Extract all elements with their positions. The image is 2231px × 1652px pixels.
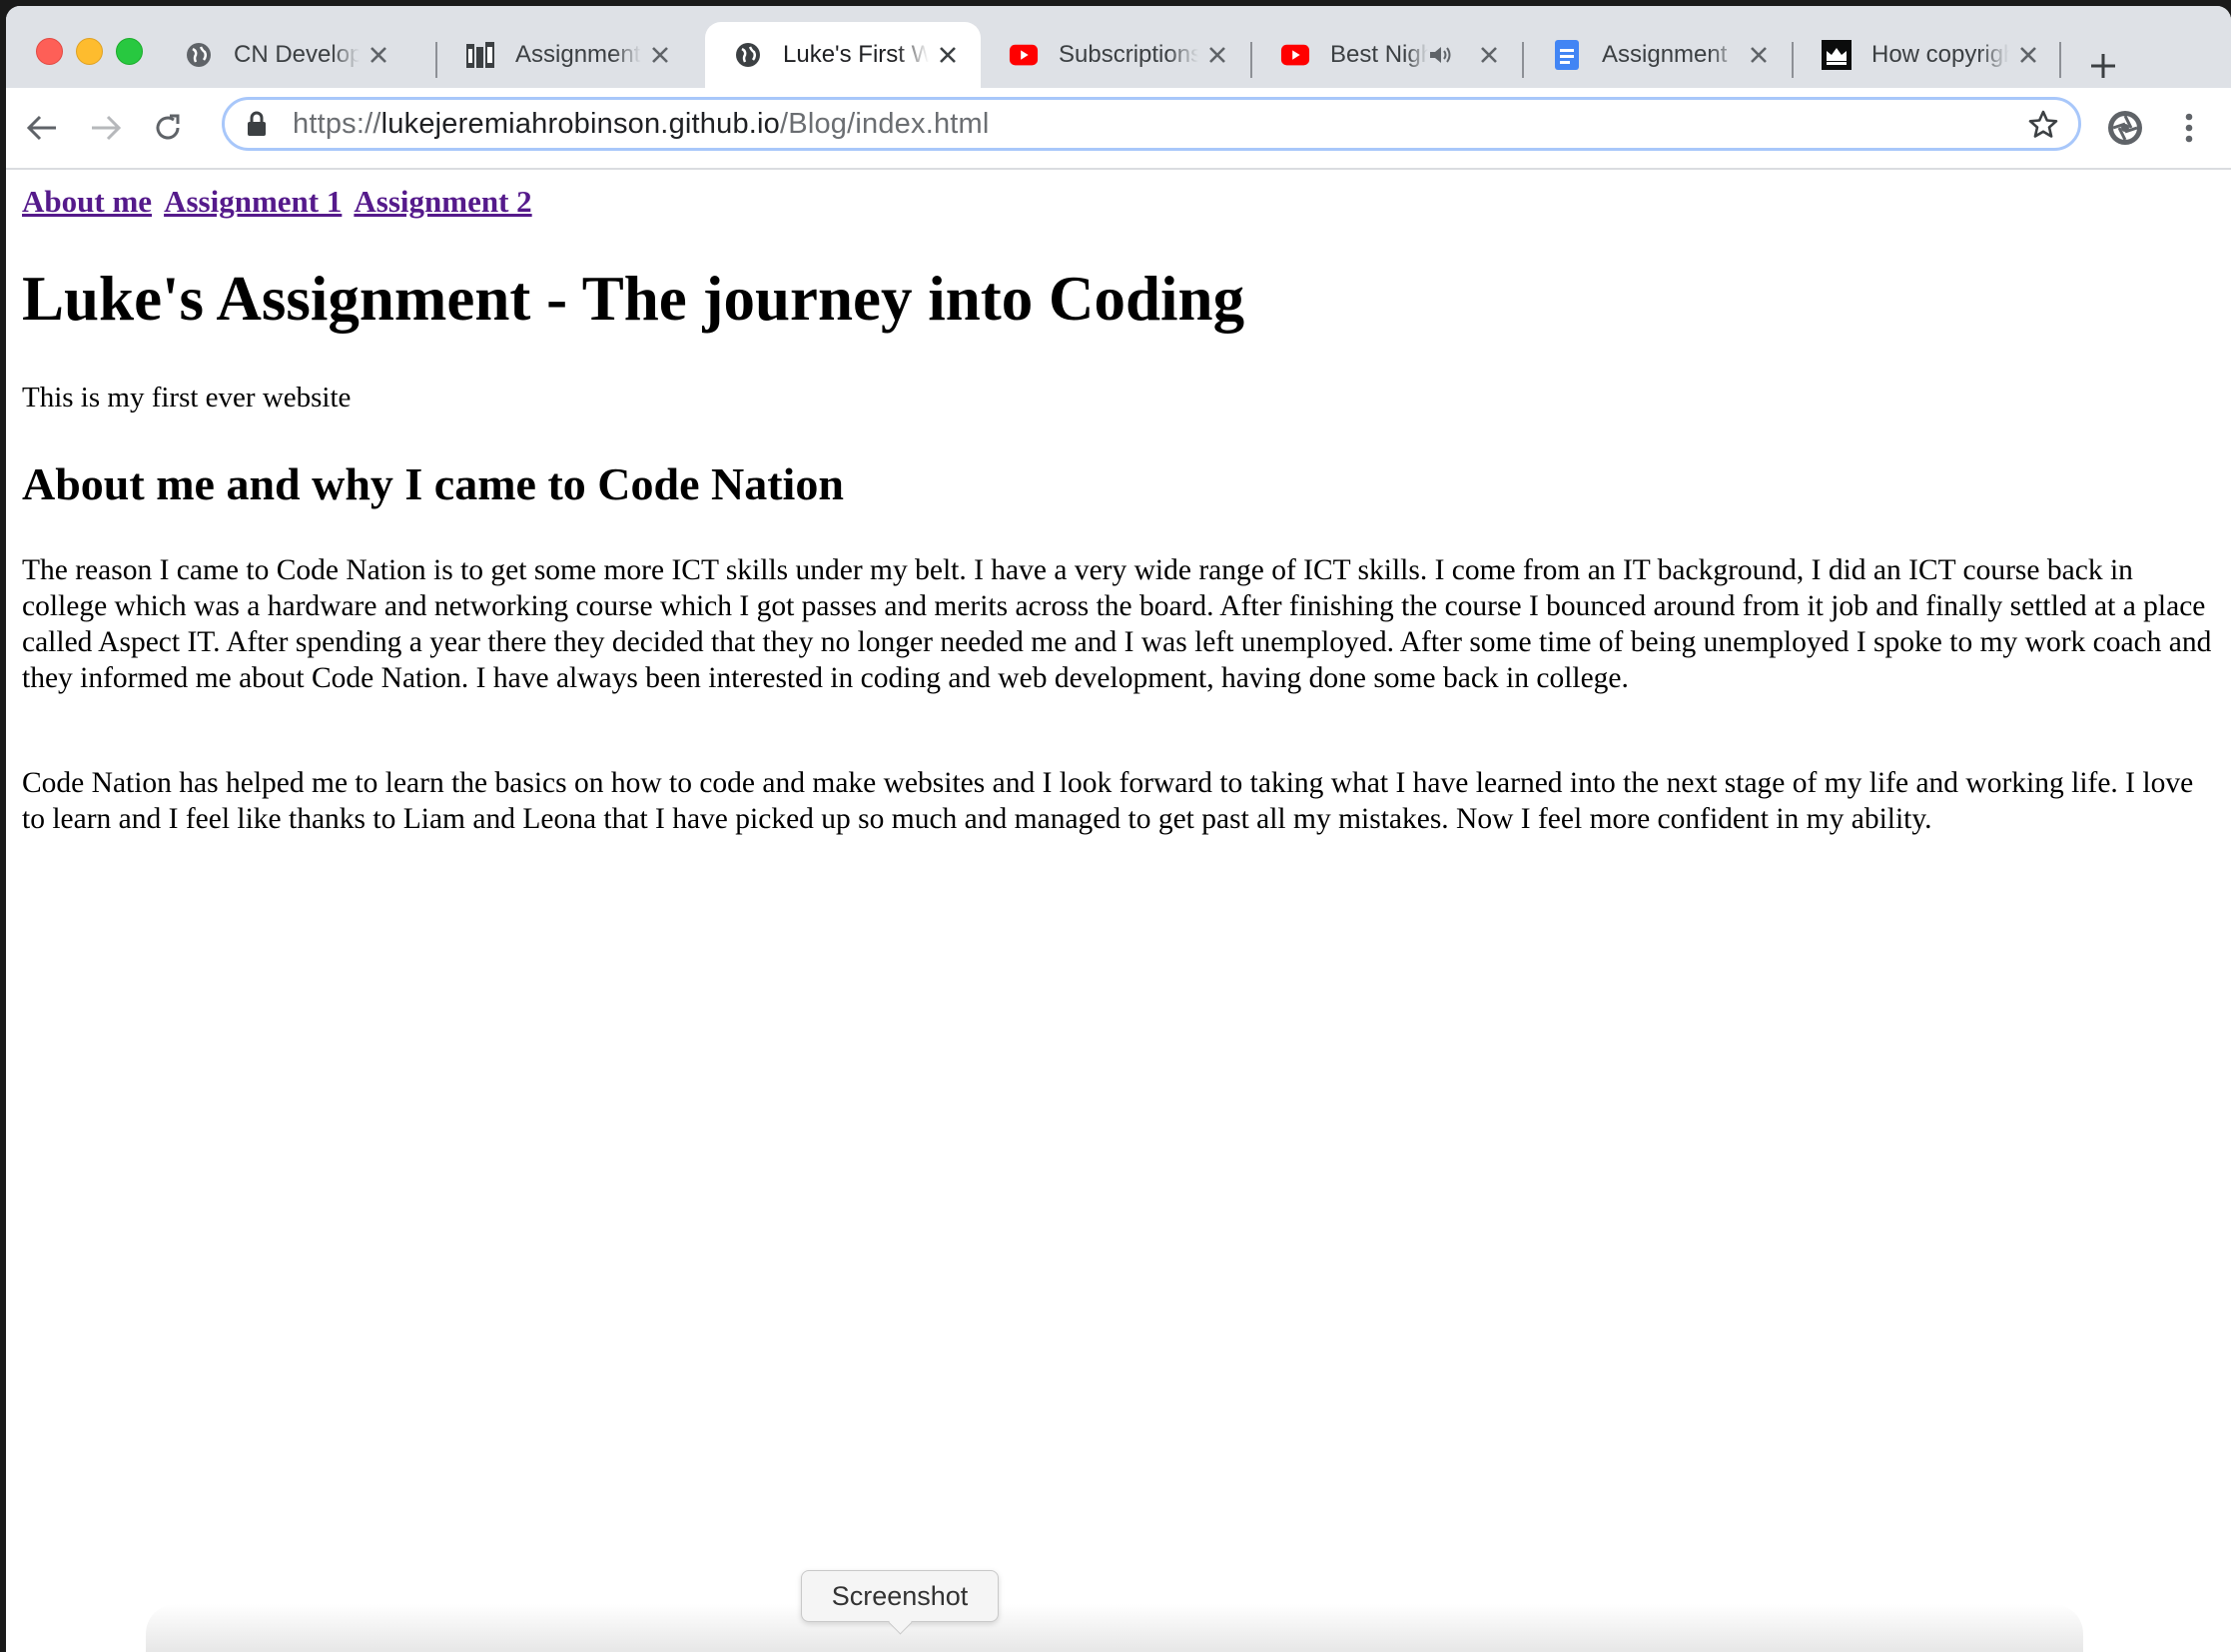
tab-best-night[interactable]: Best Night	[1252, 22, 1522, 88]
section-heading: About me and why I came to Code Nation	[22, 458, 844, 509]
new-tab-button[interactable]	[2079, 42, 2127, 90]
books-icon	[465, 40, 495, 70]
kebab-menu-icon	[2185, 113, 2193, 143]
speaker-icon[interactable]	[1428, 42, 1454, 68]
tab-title: Assignment Week	[515, 41, 641, 68]
url-host: lukejeremiahrobinson.github.io	[380, 107, 781, 140]
youtube-icon	[1009, 40, 1039, 70]
site-nav: About me Assignment 1 Assignment 2	[22, 184, 538, 220]
browser-menu-button[interactable]	[2167, 106, 2211, 150]
tab-cn-developer[interactable]: CN Developer	[156, 22, 411, 88]
nav-link-about-me[interactable]: About me	[22, 184, 152, 219]
maximize-window-button[interactable]	[116, 38, 143, 65]
close-tab-icon[interactable]	[1204, 42, 1230, 68]
tab-strip: CN Developer Assignment Week Luke's Firs…	[6, 6, 2231, 88]
minimize-window-button[interactable]	[76, 38, 103, 65]
tab-title: Luke's First Website	[783, 41, 929, 68]
plus-icon	[2091, 54, 2115, 78]
url-text: https://lukejeremiahrobinson.github.io/B…	[293, 108, 990, 141]
tab-how-copyright[interactable]: How copyright	[1794, 22, 2061, 88]
body-paragraph: The reason I came to Code Nation is to g…	[22, 554, 2212, 694]
globe-icon	[184, 40, 214, 70]
close-tab-icon[interactable]	[935, 42, 961, 68]
close-tab-icon[interactable]	[366, 42, 391, 68]
tab-separator	[2059, 42, 2061, 78]
lock-icon	[247, 110, 271, 138]
nav-link-assignment-1[interactable]: Assignment 1	[164, 184, 342, 219]
tab-subscriptions[interactable]: Subscriptions	[981, 22, 1250, 88]
reload-icon	[156, 114, 180, 140]
camera-aperture-icon	[2108, 111, 2142, 145]
back-button[interactable]	[20, 106, 64, 150]
tab-lukes-first-website[interactable]: Luke's First Website	[705, 22, 981, 88]
bookmark-star-icon[interactable]	[2026, 108, 2060, 142]
google-docs-icon	[1552, 40, 1582, 70]
close-tab-icon[interactable]	[1476, 42, 1502, 68]
reload-button[interactable]	[146, 106, 190, 150]
arrow-left-icon	[26, 115, 56, 141]
arrow-right-icon	[92, 115, 122, 141]
url-path: /Blog/index.html	[780, 107, 990, 140]
globe-icon	[733, 40, 763, 70]
browser-window: CN Developer Assignment Week Luke's Firs…	[6, 6, 2231, 1652]
browser-toolbar: https://lukejeremiahrobinson.github.io/B…	[6, 88, 2231, 170]
intro-text: This is my first ever website	[22, 382, 352, 413]
web-page: About me Assignment 1 Assignment 2 Luke'…	[6, 170, 2231, 1652]
forward-button[interactable]	[84, 106, 128, 150]
youtube-icon	[1280, 40, 1310, 70]
page-title: Luke's Assignment - The journey into Cod…	[22, 264, 1245, 334]
tab-title: Assignment	[1602, 41, 1728, 68]
close-window-button[interactable]	[36, 38, 63, 65]
address-bar[interactable]: https://lukejeremiahrobinson.github.io/B…	[222, 97, 2081, 151]
dock-edge	[146, 1604, 2083, 1652]
nav-link-assignment-2[interactable]: Assignment 2	[354, 184, 531, 219]
url-scheme: https://	[293, 107, 381, 140]
tab-assignment-doc[interactable]: Assignment	[1524, 22, 1792, 88]
body-paragraph: Code Nation has helped me to learn the b…	[22, 767, 2194, 835]
crown-icon	[1822, 40, 1852, 70]
tab-title: Subscriptions	[1059, 41, 1198, 68]
close-tab-icon[interactable]	[647, 42, 673, 68]
tab-title: How copyright	[1871, 41, 2009, 68]
tab-title: CN Developer	[234, 41, 360, 68]
close-tab-icon[interactable]	[2015, 42, 2041, 68]
tab-assignment-week[interactable]: Assignment Week	[437, 22, 693, 88]
screenshot-tooltip: Screenshot	[801, 1570, 999, 1622]
extension-button[interactable]	[2103, 106, 2147, 150]
tab-title: Best Night	[1330, 41, 1428, 68]
close-tab-icon[interactable]	[1746, 42, 1772, 68]
